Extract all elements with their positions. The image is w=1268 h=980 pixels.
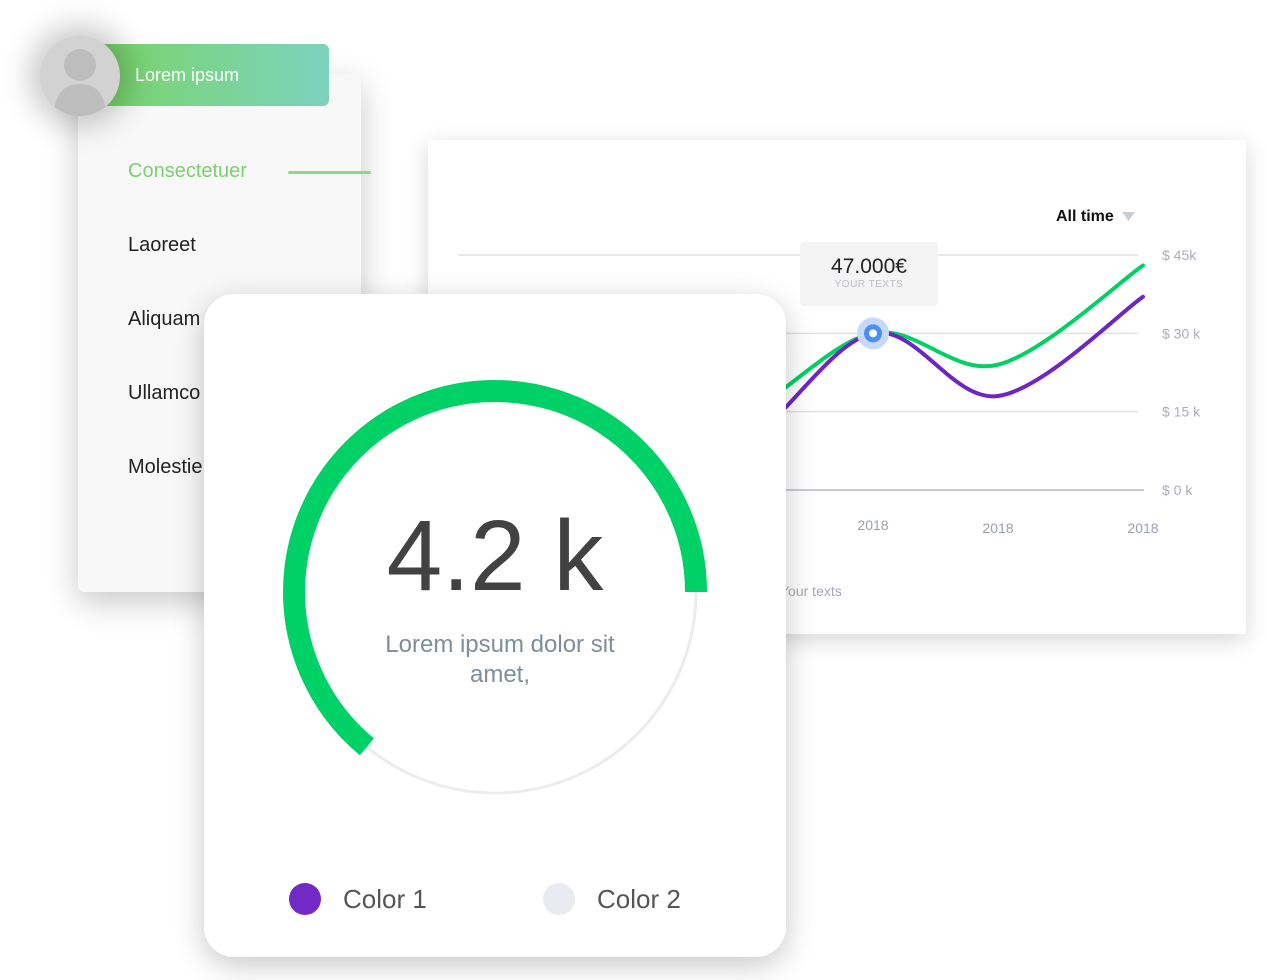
legend-swatch-color-2 <box>543 883 575 915</box>
legend-label-color-1: Color 1 <box>343 883 427 914</box>
legend-swatch-color-1 <box>289 883 321 915</box>
chevron-down-icon <box>1121 212 1135 221</box>
period-dropdown-label: All time <box>1056 208 1114 225</box>
avatar[interactable] <box>40 36 120 116</box>
y-tick-label: $ 15 k <box>1162 404 1201 420</box>
highlight-point[interactable] <box>869 329 877 338</box>
period-dropdown[interactable]: All time <box>1056 206 1135 228</box>
y-tick-label: $ 45k <box>1162 247 1197 263</box>
gauge-caption: Lorem ipsum dolor sit amet, <box>385 631 615 688</box>
chart-tooltip: 47.000€ YOUR TEXTS <box>800 242 938 306</box>
x-tick-label: 2018 <box>1127 520 1158 536</box>
progress-ring <box>283 380 707 795</box>
active-item-indicator <box>288 171 371 174</box>
gauge-card: 4.2 k Lorem ipsum dolor sit amet, Color … <box>204 294 786 957</box>
y-tick-label: $ 30 k <box>1162 325 1201 341</box>
user-profile-header[interactable]: Lorem ipsum <box>100 44 329 106</box>
legend-label-color-2: Color 2 <box>597 883 681 914</box>
user-silhouette-icon <box>54 49 106 116</box>
x-tick-label: 2018 <box>857 517 888 533</box>
legend-item-color-1: Color 1 <box>289 882 427 916</box>
dashboard-stage: $ 0 k$ 15 k$ 30 k$ 45k 20182018201820182… <box>0 0 1268 980</box>
user-name: Lorem ipsum <box>135 65 240 85</box>
tooltip-label: YOUR TEXTS <box>834 279 904 290</box>
y-tick-label: $ 0 k <box>1162 482 1193 498</box>
menu-item-consectetuer[interactable]: Consectetuer <box>128 157 247 231</box>
chart-footer-text: Your texts <box>780 583 842 599</box>
legend-item-color-2: Color 2 <box>543 882 681 916</box>
gauge-value: 4.2 k <box>386 500 604 612</box>
tooltip-value: 47.000€ <box>831 255 907 278</box>
x-tick-label: 2018 <box>982 520 1013 536</box>
